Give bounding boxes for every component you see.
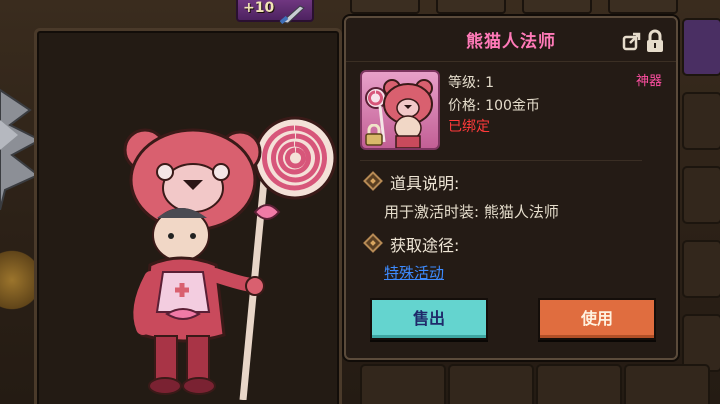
use-button[interactable]: 使用 [538, 298, 656, 340]
description-heading: 道具说明: [390, 174, 460, 193]
enhance-level-label: +10 [243, 0, 275, 16]
description-text: 用于激活时装: 熊猫人法师 [384, 203, 559, 221]
diamond-bullet-icon [363, 233, 383, 253]
inventory-slot[interactable] [350, 0, 420, 14]
inventory-slot[interactable] [682, 240, 720, 298]
sword-icon [279, 5, 305, 24]
divider [360, 160, 642, 161]
inventory-slot[interactable] [436, 0, 506, 14]
source-link[interactable]: 特殊活动 [384, 262, 444, 283]
bound-lock-icon [365, 124, 383, 146]
diamond-bullet-icon [363, 171, 383, 191]
sell-button[interactable]: 售出 [370, 298, 488, 340]
inventory-slot[interactable] [360, 364, 446, 404]
item-price: 价格: 100金币 [448, 98, 540, 114]
detail-title-bar: 熊猫人法师 [346, 18, 676, 62]
share-icon[interactable] [622, 31, 642, 51]
bound-status: 已绑定 [448, 119, 490, 135]
inventory-slot[interactable] [448, 364, 534, 404]
inventory-slot[interactable] [682, 18, 720, 76]
inventory-slot[interactable] [682, 166, 720, 224]
source-heading: 获取途径: [390, 236, 460, 255]
inventory-slot[interactable] [522, 0, 592, 14]
item-detail-panel: 熊猫人法师 等级: 1 价格: 100金币 已绑定 神器 道具说明: 用于激活时… [344, 16, 678, 360]
inventory-slot[interactable] [682, 92, 720, 150]
inventory-slot[interactable] [624, 364, 710, 404]
inventory-slot[interactable] [608, 0, 678, 14]
inventory-slot[interactable] [536, 364, 622, 404]
item-level: 等级: 1 [448, 75, 495, 91]
rarity-badge: 神器 [635, 74, 662, 89]
panda-mage-character [123, 116, 337, 400]
lock-icon[interactable] [644, 29, 666, 53]
